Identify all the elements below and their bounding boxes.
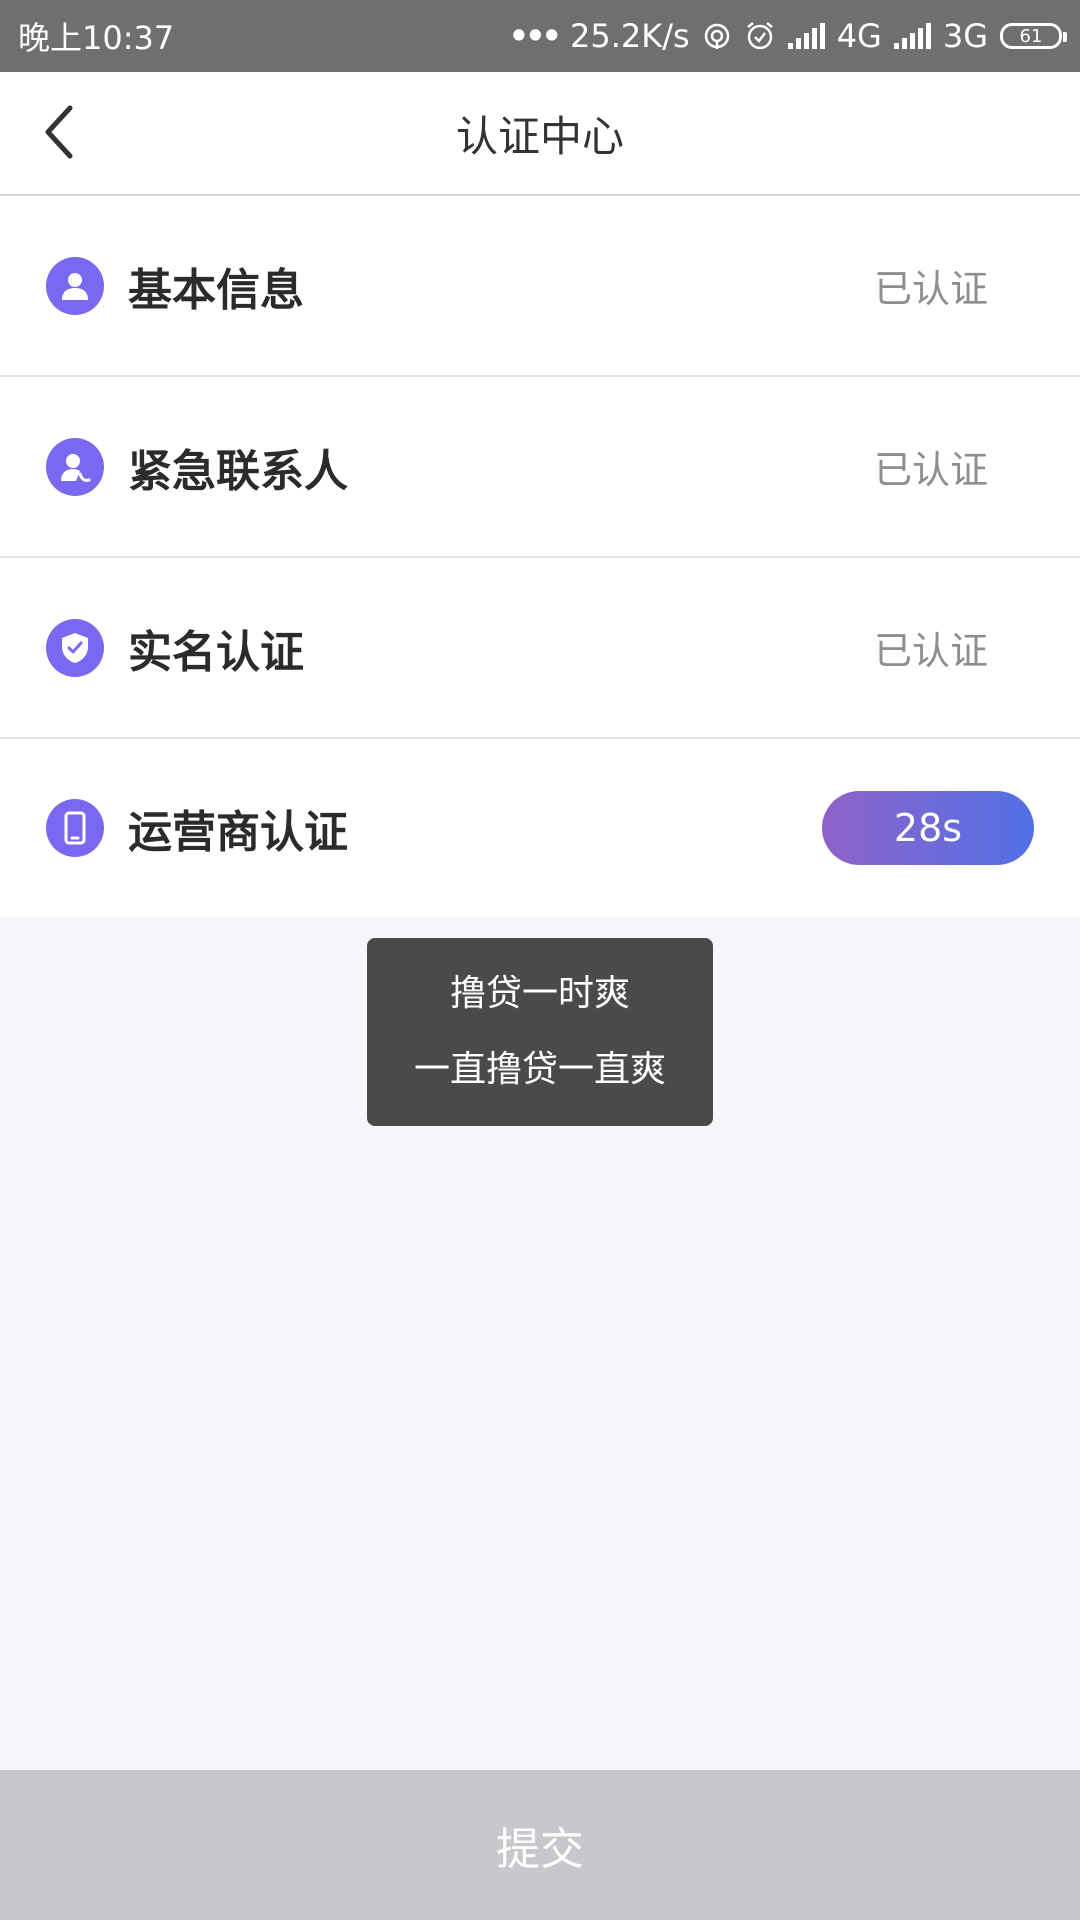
page-title: 认证中心 <box>455 111 624 161</box>
hotspot-icon <box>702 21 732 51</box>
list-item-label: 紧急联系人 <box>128 445 348 497</box>
toast-line-1: 撸贷一时爽 <box>449 973 630 1014</box>
network-type-1: 4G <box>836 17 882 55</box>
status-text: 已认证 <box>873 629 988 673</box>
signal-icon <box>787 23 825 49</box>
battery-level: 61 <box>1019 25 1043 47</box>
verification-list: 基本信息 已认证 紧急联系人 已认证 实名认证 已认证 运营商认证 28s <box>0 196 1080 917</box>
chevron-left-icon <box>40 102 80 166</box>
network-speed: 25.2K/s <box>570 17 690 55</box>
list-item-emergency-contact[interactable]: 紧急联系人 已认证 <box>0 377 1080 558</box>
signal-icon <box>893 23 931 49</box>
list-item-label: 运营商认证 <box>128 807 348 858</box>
alarm-icon <box>744 20 776 52</box>
network-type-2: 3G <box>942 17 988 55</box>
countdown-button[interactable]: 28s <box>822 791 1034 865</box>
list-item-label: 实名认证 <box>128 626 304 678</box>
contact-phone-icon <box>46 437 104 496</box>
mobile-phone-icon <box>46 799 104 857</box>
list-item-real-name[interactable]: 实名认证 已认证 <box>0 558 1080 739</box>
header: 认证中心 <box>0 72 1080 196</box>
status-time: 晚上10:37 <box>18 19 175 57</box>
shield-check-icon <box>46 618 104 677</box>
status-bar: 晚上10:37 ••• 25.2K/s 4G 3G 61 <box>0 0 1080 72</box>
status-text: 已认证 <box>873 267 988 311</box>
list-item-label: 基本信息 <box>128 264 304 316</box>
list-item-carrier[interactable]: 运营商认证 28s <box>0 739 1080 917</box>
status-text: 已认证 <box>873 448 988 492</box>
submit-button[interactable]: 提交 <box>0 1770 1080 1920</box>
user-icon <box>46 256 104 315</box>
list-item-basic-info[interactable]: 基本信息 已认证 <box>0 196 1080 377</box>
back-button[interactable] <box>24 94 96 174</box>
status-dots: ••• <box>508 17 562 55</box>
battery-icon: 61 <box>1000 23 1067 49</box>
toast-line-2: 一直撸贷一直爽 <box>413 1049 666 1090</box>
status-right: ••• 25.2K/s 4G 3G 61 <box>508 17 1067 55</box>
toast-message: 撸贷一时爽 一直撸贷一直爽 <box>367 938 713 1126</box>
